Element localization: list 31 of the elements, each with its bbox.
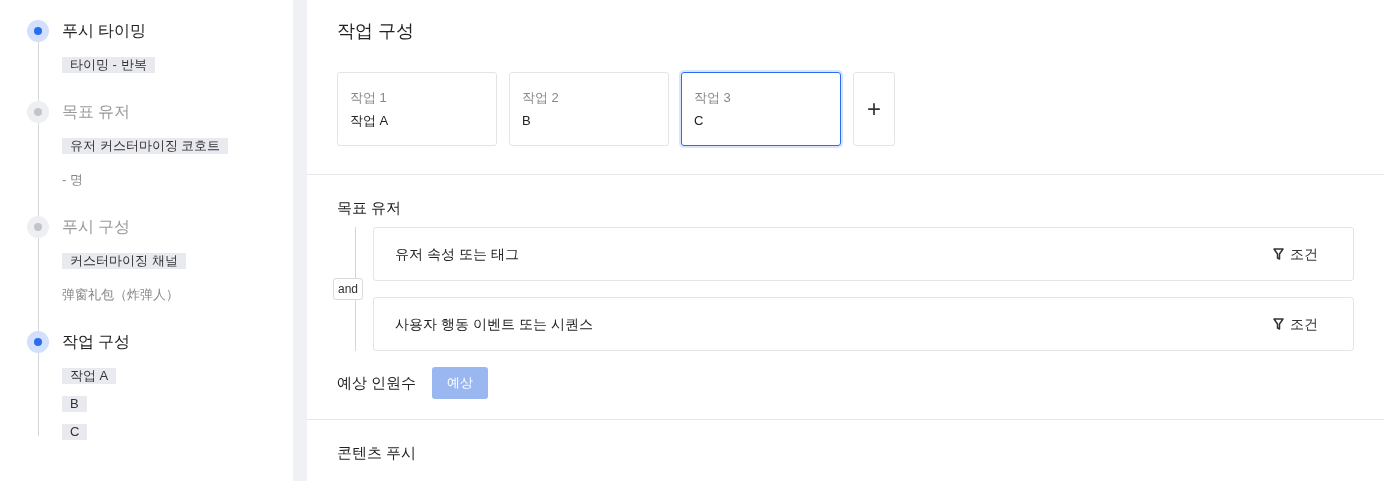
section-title: 콘텐츠 푸시 bbox=[337, 443, 418, 463]
add-task-button[interactable]: + bbox=[853, 72, 895, 146]
filter-icon bbox=[1273, 248, 1284, 260]
step-tag: 커스터마이징 채널 bbox=[62, 253, 186, 269]
task-label: 작업 3 bbox=[694, 89, 732, 107]
section-title: 작업 구성 bbox=[337, 20, 415, 43]
step-title[interactable]: 작업 구성 bbox=[62, 331, 131, 353]
condition-label: 유저 속성 또는 태그 bbox=[395, 244, 519, 264]
condition-button[interactable]: 조건 bbox=[1273, 243, 1318, 265]
step-title[interactable]: 푸시 타이밍 bbox=[62, 20, 155, 42]
task-name: B bbox=[522, 112, 532, 130]
task-label: 작업 1 bbox=[350, 89, 388, 107]
step-tag: B bbox=[62, 396, 87, 412]
condition-button[interactable]: 조건 bbox=[1273, 313, 1318, 335]
step-tag: C bbox=[62, 424, 88, 440]
task-card[interactable]: 작업 2 B bbox=[509, 72, 669, 146]
task-name: 작업 A bbox=[350, 112, 390, 130]
task-card[interactable]: 작업 1 작업 A bbox=[337, 72, 497, 146]
step-tag: 유저 커스터마이징 코호트 bbox=[62, 138, 229, 154]
filter-icon bbox=[1273, 318, 1284, 330]
task-card[interactable]: 작업 3 C bbox=[681, 72, 841, 146]
operator-label[interactable]: and bbox=[333, 278, 364, 300]
task-label: 작업 2 bbox=[522, 89, 560, 107]
step-summary: - 명 bbox=[62, 172, 83, 188]
condition-label: 사용자 행동 이벤트 또는 시퀀스 bbox=[395, 314, 593, 334]
task-name: C bbox=[694, 112, 705, 130]
step-tag: 타이밍 - 반복 bbox=[62, 57, 155, 73]
step-tag: 작업 A bbox=[62, 368, 117, 384]
step-summary: 弹窗礼包（炸弹人） bbox=[62, 287, 179, 303]
section-title: 목표 유저 bbox=[337, 198, 403, 218]
estimate-label: 예상 인원수 bbox=[337, 372, 417, 393]
